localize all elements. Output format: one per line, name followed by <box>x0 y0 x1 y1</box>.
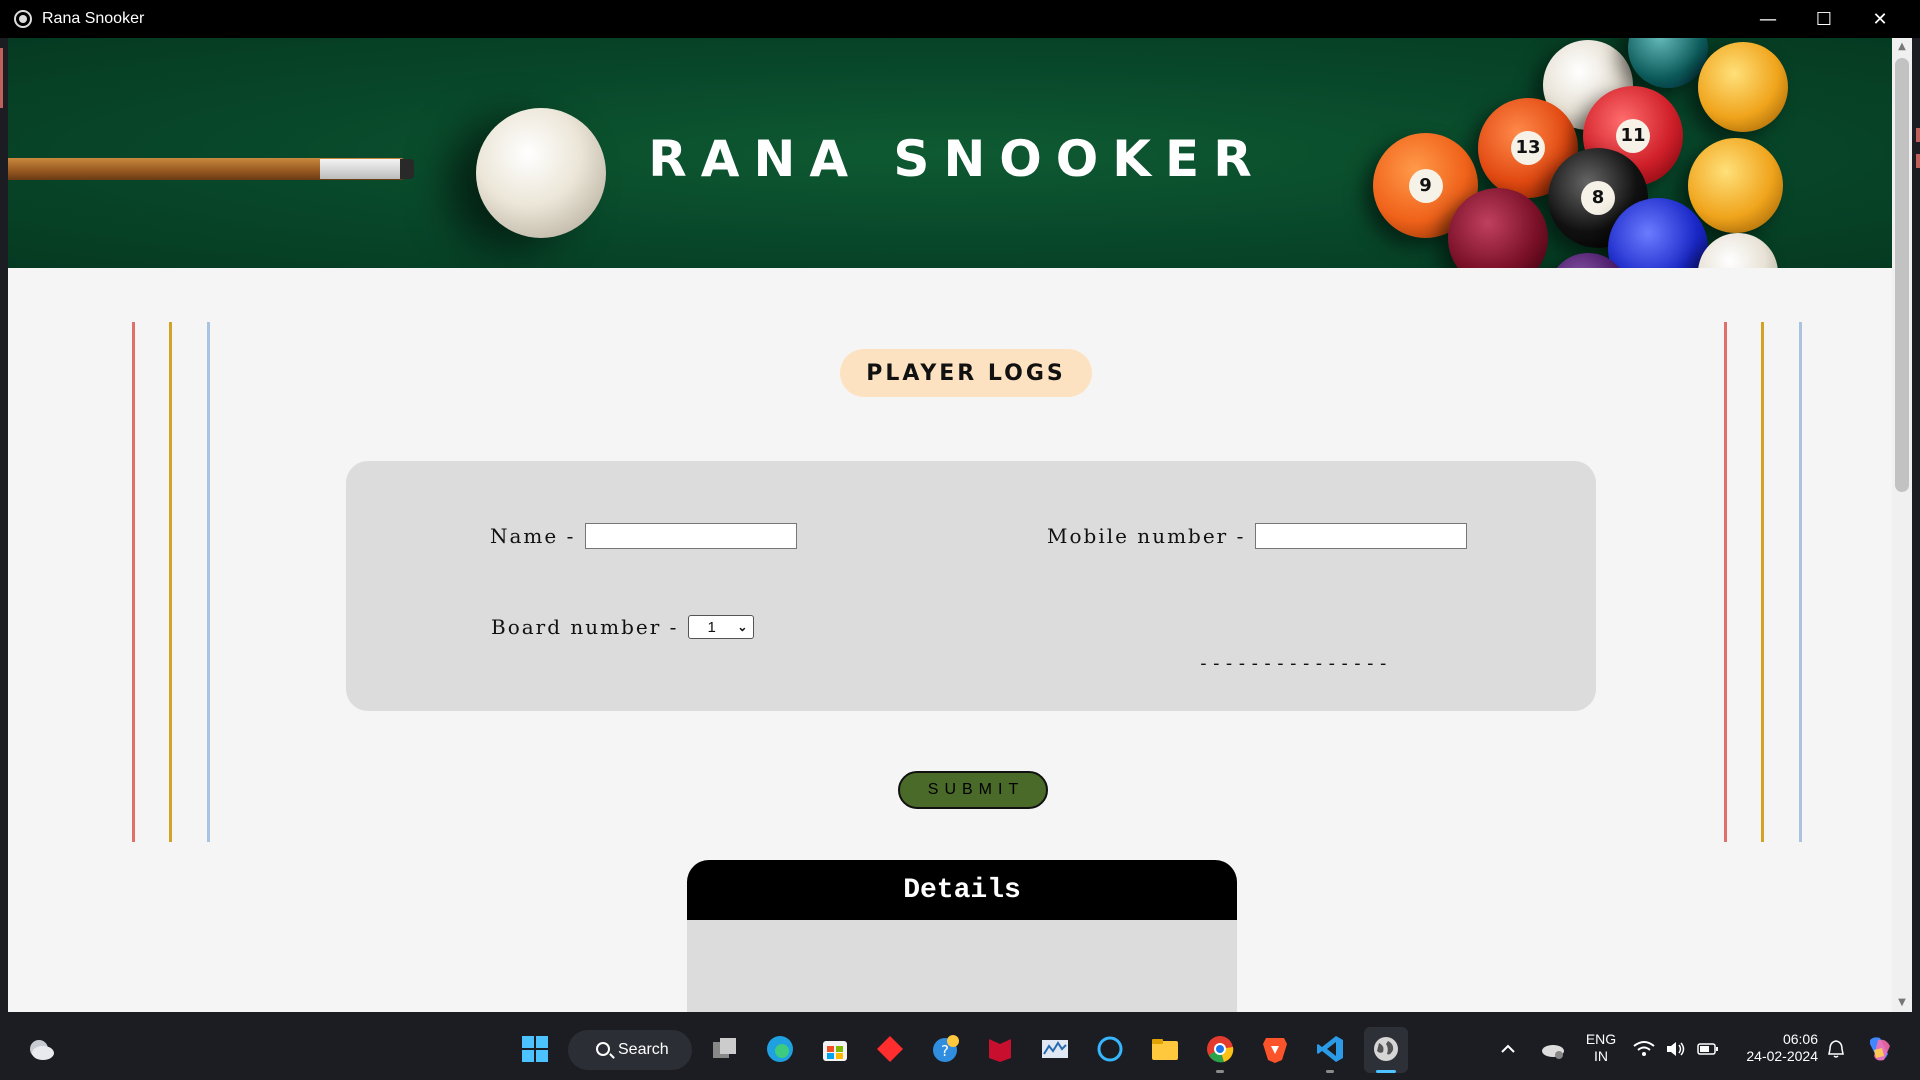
app-globe-icon[interactable] <box>1371 1034 1401 1064</box>
section-title: PLAYER LOGS <box>840 349 1092 397</box>
window-titlebar: Rana Snooker — ☐ ✕ <box>0 0 1920 38</box>
file-explorer-icon[interactable] <box>1150 1034 1180 1064</box>
close-button[interactable]: ✕ <box>1852 0 1908 38</box>
store-icon[interactable] <box>820 1034 850 1064</box>
app-globe-icon <box>14 10 32 28</box>
running-indicator <box>1326 1070 1334 1073</box>
battery-icon[interactable] <box>1696 1034 1720 1064</box>
taskbar-search[interactable]: Search <box>568 1030 692 1070</box>
site-title: RANA SNOOKER <box>648 130 1266 188</box>
running-indicator <box>1376 1070 1396 1073</box>
office-icon[interactable] <box>875 1034 905 1064</box>
chevron-down-icon: ⌄ <box>737 620 748 634</box>
search-icon <box>596 1042 610 1056</box>
language-code: ENG <box>1585 1031 1617 1047</box>
board-select[interactable]: 1 ⌄ <box>688 615 755 639</box>
scroll-up-arrow[interactable]: ▲ <box>1892 38 1912 56</box>
decor-line-gold <box>1761 322 1764 842</box>
board-label: Board number - <box>491 615 679 639</box>
start-icon[interactable] <box>520 1034 550 1064</box>
decor-line-gold <box>169 322 172 842</box>
scroll-down-arrow[interactable]: ▼ <box>1892 994 1912 1012</box>
volume-icon[interactable] <box>1664 1034 1688 1064</box>
decor-line-blue <box>1799 322 1802 842</box>
clock-time: 06:06 <box>1782 1031 1818 1047</box>
scrollbar-thumb[interactable] <box>1895 58 1909 492</box>
brave-icon[interactable] <box>1260 1034 1290 1064</box>
wifi-icon[interactable] <box>1632 1034 1656 1064</box>
header-banner: 13 11 8 9 RANA SNOOKER <box>8 38 1892 268</box>
decor-line-red <box>132 322 135 842</box>
window-title: Rana Snooker <box>42 10 145 27</box>
clock[interactable]: 06:06 24-02-2024 <box>1728 1031 1818 1065</box>
vscode-icon[interactable] <box>1315 1034 1345 1064</box>
monitor-icon[interactable] <box>1040 1034 1070 1064</box>
chrome-icon[interactable] <box>1205 1034 1235 1064</box>
page-viewport: 13 11 8 9 RANA SNOOKER PLAYER LOGS Name … <box>8 38 1892 1012</box>
submit-button[interactable]: SUBMIT <box>898 771 1048 809</box>
copilot-icon[interactable] <box>1864 1034 1894 1064</box>
board-select-value: 1 <box>707 618 716 636</box>
cortana-icon[interactable] <box>1095 1034 1125 1064</box>
edge-marker <box>1916 154 1920 168</box>
left-edge <box>0 38 8 1012</box>
notification-bell-icon[interactable] <box>1824 1034 1848 1064</box>
svg-text:?: ? <box>941 1042 949 1060</box>
mobile-label: Mobile number - <box>1047 524 1246 548</box>
edge-marker <box>1916 128 1920 142</box>
decor-line-blue <box>207 322 210 842</box>
player-form <box>346 461 1596 711</box>
mcafee-icon[interactable] <box>985 1034 1015 1064</box>
board-field: Board number - 1 ⌄ <box>491 615 755 639</box>
language-indicator[interactable]: ENG IN <box>1580 1031 1622 1065</box>
edge-icon[interactable] <box>765 1034 795 1064</box>
ball-yellow <box>1698 42 1788 132</box>
name-input[interactable] <box>585 523 798 549</box>
help-icon[interactable]: ? <box>930 1034 960 1064</box>
running-indicator <box>1216 1070 1224 1073</box>
details-body <box>687 920 1237 1012</box>
clock-date: 24-02-2024 <box>1746 1048 1818 1064</box>
output-placeholder: --------------- <box>1198 653 1391 674</box>
edge-accent <box>0 48 3 108</box>
page-scrollbar[interactable]: ▲ ▼ <box>1892 38 1912 1012</box>
name-label: Name - <box>490 524 576 548</box>
ball-teal <box>1628 38 1708 88</box>
task-view-icon[interactable] <box>710 1034 740 1064</box>
decor-line-red <box>1724 322 1727 842</box>
mobile-input[interactable] <box>1255 523 1468 549</box>
region-code: IN <box>1594 1048 1608 1064</box>
search-label: Search <box>618 1041 669 1058</box>
mobile-field: Mobile number - <box>1047 523 1468 549</box>
weather-icon[interactable] <box>26 1034 56 1064</box>
minimize-button[interactable]: — <box>1740 0 1796 38</box>
chevron-up-icon[interactable] <box>1498 1034 1518 1064</box>
onedrive-icon[interactable] <box>1538 1034 1568 1064</box>
details-header: Details <box>687 860 1237 920</box>
name-field: Name - <box>490 523 798 549</box>
ball-white-2 <box>1698 233 1778 268</box>
maximize-button[interactable]: ☐ <box>1796 0 1852 38</box>
right-edge <box>1912 38 1920 1012</box>
